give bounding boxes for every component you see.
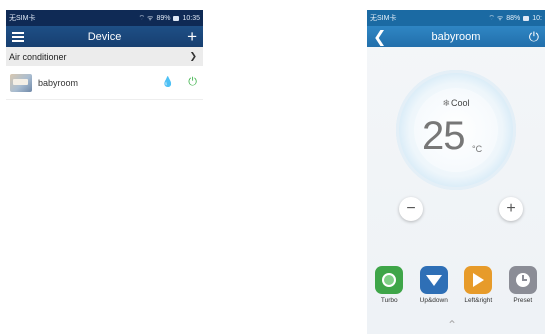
ac-control-screen: 无SIM卡 ⌔ ᯤ 88% 10: ❮ babyroom ⏻ ❄Cool 25 … bbox=[367, 10, 545, 334]
device-name: babyroom bbox=[38, 77, 79, 88]
temperature-unit: °C bbox=[472, 144, 483, 154]
clock-time: 10:35 bbox=[182, 14, 200, 22]
power-icon[interactable]: ⏻ bbox=[529, 29, 539, 45]
function-label: Turbo bbox=[380, 297, 398, 304]
chevron-down-icon: ❯ bbox=[189, 51, 197, 61]
clock-icon bbox=[508, 266, 537, 294]
category-air-conditioner[interactable]: Air conditioner ❯ bbox=[6, 47, 203, 66]
battery-level: 89% bbox=[156, 14, 171, 22]
category-label: Air conditioner bbox=[9, 51, 67, 62]
signal-icon: ⌔ ᯤ bbox=[138, 14, 154, 22]
battery-icon bbox=[523, 15, 530, 21]
swing-leftright-button[interactable]: Left&right bbox=[458, 266, 498, 304]
turbo-button[interactable]: Turbo bbox=[369, 266, 409, 304]
clock-time: 10: bbox=[532, 14, 542, 22]
expand-up-icon[interactable]: ⌃ bbox=[447, 318, 457, 332]
increase-temp-button[interactable]: + bbox=[499, 197, 523, 221]
preset-button[interactable]: Preset bbox=[503, 266, 543, 304]
app-header: ❮ babyroom ⏻ bbox=[367, 26, 545, 47]
signal-icon: ⌔ ᯤ bbox=[488, 14, 504, 22]
battery-level: 88% bbox=[506, 14, 521, 22]
mode-label: Cool bbox=[451, 98, 470, 108]
carrier-label: 无SIM卡 bbox=[370, 15, 397, 22]
snowflake-icon: ❄ bbox=[442, 98, 451, 108]
function-label: Left&right bbox=[464, 297, 493, 304]
swing-updown-button[interactable]: Up&down bbox=[414, 266, 454, 304]
device-list-screen: 无SIM卡 ⌔ ᯤ 89% 10:35 Device + Air conditi… bbox=[6, 10, 203, 120]
app-header: Device + bbox=[6, 26, 203, 47]
menu-icon[interactable] bbox=[12, 31, 24, 42]
status-bar: 无SIM卡 ⌔ ᯤ 89% 10:35 bbox=[6, 10, 203, 26]
page-title: babyroom bbox=[431, 30, 481, 43]
humidity-icon: 💧 bbox=[161, 77, 175, 88]
temperature-value: 25 bbox=[422, 114, 465, 158]
swing-updown-icon bbox=[419, 266, 448, 294]
function-bar: Turbo Up&down Left&right Preset bbox=[367, 266, 545, 304]
battery-icon bbox=[173, 15, 180, 21]
back-icon[interactable]: ❮ bbox=[373, 27, 386, 47]
carrier-label: 无SIM卡 bbox=[9, 15, 36, 22]
turbo-icon bbox=[375, 266, 404, 294]
function-label: Preset bbox=[513, 297, 533, 304]
mode-indicator: ❄Cool bbox=[396, 98, 516, 109]
device-thumbnail bbox=[10, 73, 32, 92]
device-row-babyroom[interactable]: babyroom 💧 ⏻ bbox=[6, 66, 203, 100]
status-bar: 无SIM卡 ⌔ ᯤ 88% 10: bbox=[367, 10, 545, 26]
page-title: Device bbox=[87, 30, 122, 43]
power-icon[interactable]: ⏻ bbox=[188, 76, 197, 89]
swing-leftright-icon bbox=[464, 266, 493, 294]
decrease-temp-button[interactable]: − bbox=[399, 197, 423, 221]
add-device-icon[interactable]: + bbox=[187, 28, 197, 45]
temperature-dial: ❄Cool 25 °C bbox=[396, 70, 516, 190]
function-label: Up&down bbox=[419, 297, 448, 304]
